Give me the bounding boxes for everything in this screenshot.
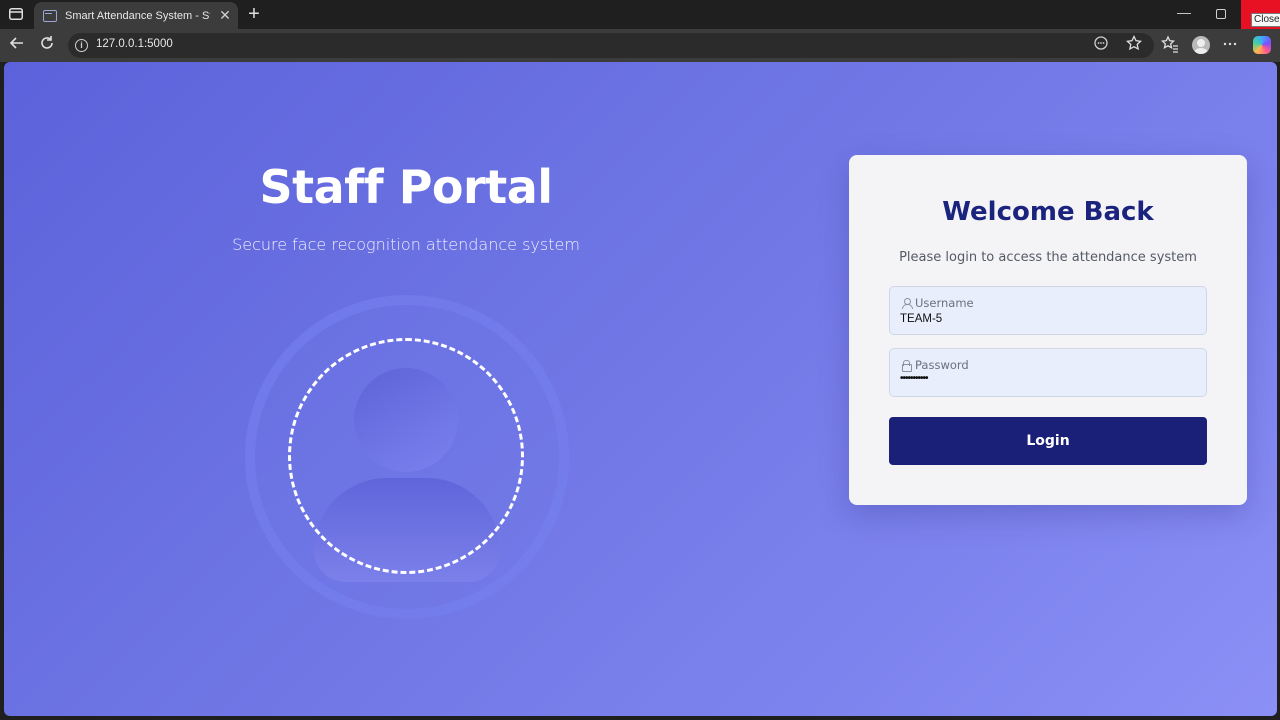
hero-subtitle: Secure face recognition attendance syste… [232,235,580,254]
back-arrow-icon[interactable] [7,35,27,55]
username-value[interactable]: TEAM-5 [900,313,942,325]
more-menu-icon[interactable] [1220,35,1240,55]
tab-title: Smart Attendance System - Staff Portal [65,9,210,22]
lock-icon [901,359,912,372]
address-bar[interactable]: i 127.0.0.1:5000 [68,33,1154,58]
copilot-icon[interactable] [1253,36,1271,54]
login-subtitle: Please login to access the attendance sy… [899,250,1197,265]
page-favicon-icon [43,9,57,22]
password-field[interactable]: Password ••••••••••• [889,348,1207,397]
password-label-text: Password [915,358,969,372]
reload-icon[interactable] [37,35,57,55]
restore-window-button[interactable] [1216,9,1226,19]
reading-mode-icon[interactable] [1091,35,1111,55]
profile-avatar[interactable] [1192,36,1210,54]
close-tab-icon[interactable]: ✕ [218,7,232,24]
login-card: Welcome Back Please login to access the … [849,155,1247,505]
close-tooltip: Close [1251,13,1280,27]
browser-toolbar: i 127.0.0.1:5000 [0,29,1280,62]
password-value[interactable]: ••••••••••• [900,373,928,384]
user-icon [901,297,913,309]
tab-actions-icon[interactable] [6,6,26,22]
minimize-window-button[interactable]: — [1176,4,1192,20]
favorites-icon[interactable] [1160,35,1180,55]
url-text: 127.0.0.1:5000 [96,38,173,50]
username-label-text: Username [915,296,974,310]
new-tab-button[interactable]: + [244,3,264,25]
page-viewport: Staff Portal Secure face recognition att… [4,62,1277,716]
browser-tab-active[interactable]: Smart Attendance System - Staff Portal ✕ [34,2,238,29]
username-label: Username [901,296,974,310]
site-info-icon[interactable]: i [75,39,88,52]
password-label: Password [901,358,969,372]
hero-title: Staff Portal [259,160,554,214]
login-button[interactable]: Login [889,417,1207,465]
login-title: Welcome Back [942,197,1154,227]
username-field[interactable]: Username TEAM-5 [889,286,1207,335]
favorite-star-icon[interactable] [1124,34,1144,55]
browser-title-bar: Smart Attendance System - Staff Portal ✕… [0,0,1280,29]
face-scan-dashed-circle [288,338,524,574]
